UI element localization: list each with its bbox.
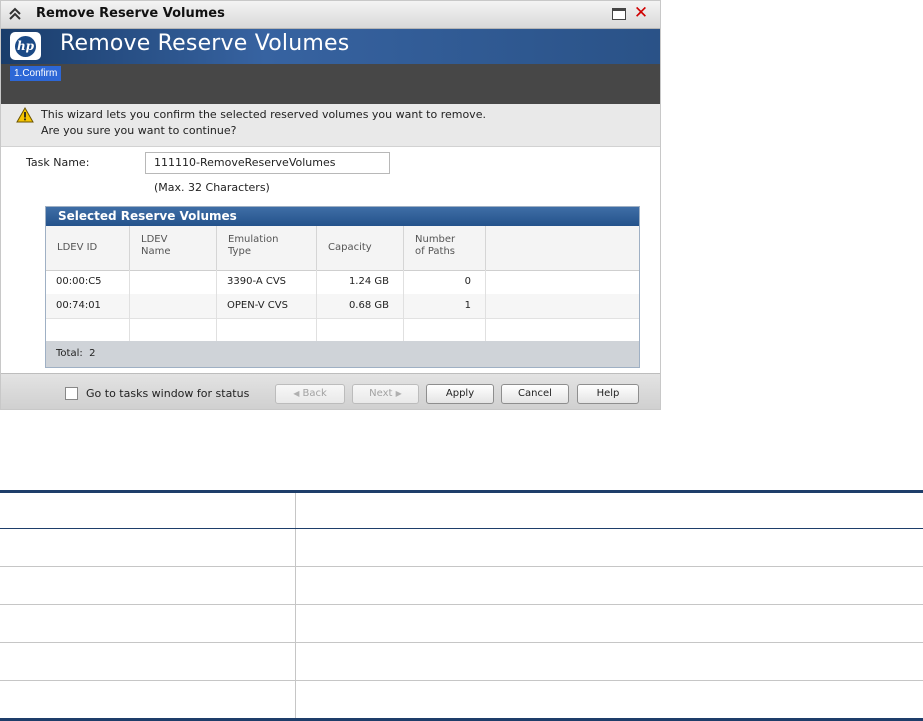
empty-table-row (46, 318, 639, 341)
empty-reference-table (0, 490, 923, 721)
cell-ldev-name (130, 270, 217, 294)
cell-ldev-id: 00:74:01 (46, 294, 130, 318)
help-button[interactable]: Help (577, 384, 639, 404)
table-row (0, 642, 923, 681)
cell-ldev-id: 00:00:C5 (46, 270, 130, 294)
back-arrow-icon: ◀ (293, 389, 300, 398)
message-line-2: Are you sure you want to continue? (41, 124, 237, 137)
message-line-1: This wizard lets you confirm the selecte… (41, 108, 486, 121)
warning-icon (16, 107, 34, 123)
cell-emulation-type: OPEN-V CVS (217, 294, 317, 318)
cell-number-of-paths: 0 (404, 270, 486, 294)
cell-ldev-name (130, 294, 217, 318)
panel-title: Selected Reserve Volumes (46, 207, 639, 226)
wizard-footer: Go to tasks window for status ◀ Back Nex… (1, 373, 660, 409)
table-row[interactable]: 00:00:C5 3390-A CVS 1.24 GB 0 (46, 270, 639, 295)
collapse-icon[interactable] (8, 6, 22, 22)
task-name-input[interactable]: 111110-RemoveReserveVolumes (145, 152, 390, 174)
next-arrow-icon: ▶ (395, 389, 402, 398)
table-row[interactable]: 00:74:01 OPEN-V CVS 0.68 GB 1 (46, 294, 639, 319)
total-count: Total: 2 (46, 341, 639, 367)
cell-number-of-paths: 1 (404, 294, 486, 318)
table-row (0, 680, 923, 721)
tasks-window-checkbox[interactable] (65, 387, 78, 400)
step-confirm: 1.Confirm (10, 66, 62, 81)
table-header-row (0, 490, 923, 529)
table-row (0, 604, 923, 643)
task-name-hint: (Max. 32 Characters) (154, 181, 270, 194)
selected-reserve-volumes-panel: Selected Reserve Volumes LDEV ID LDEV Nam… (45, 206, 640, 368)
banner: hp Remove Reserve Volumes (1, 29, 660, 64)
close-icon[interactable]: ✕ (632, 4, 650, 22)
table-header: LDEV ID LDEV Name Emulation Type Capacity … (46, 226, 639, 271)
title-bar: Remove Reserve Volumes ✕ (1, 1, 660, 29)
cell-capacity: 1.24 GB (317, 270, 404, 294)
window-title: Remove Reserve Volumes (36, 6, 225, 21)
column-emulation-type[interactable]: Emulation Type (217, 226, 317, 270)
table-row (0, 566, 923, 605)
column-number-of-paths[interactable]: Number of Paths (404, 226, 486, 270)
tasks-window-checkbox-label[interactable]: Go to tasks window for status (86, 387, 249, 400)
wizard-step-bar: 1.Confirm (1, 64, 660, 104)
task-name-label: Task Name: (26, 156, 90, 169)
remove-reserve-volumes-dialog: Remove Reserve Volumes ✕ hp Remove Reser… (0, 0, 661, 410)
maximize-icon[interactable] (612, 8, 626, 20)
cancel-button[interactable]: Cancel (501, 384, 569, 404)
column-ldev-id[interactable]: LDEV ID (46, 226, 130, 270)
column-ldev-name[interactable]: LDEV Name (130, 226, 217, 270)
cell-emulation-type: 3390-A CVS (217, 270, 317, 294)
next-button[interactable]: Next ▶ (352, 384, 419, 404)
apply-button[interactable]: Apply (426, 384, 494, 404)
back-button[interactable]: ◀ Back (275, 384, 345, 404)
banner-title: Remove Reserve Volumes (60, 31, 350, 56)
hp-logo: hp (10, 32, 41, 60)
table-row (0, 528, 923, 567)
column-capacity[interactable]: Capacity (317, 226, 404, 270)
cell-capacity: 0.68 GB (317, 294, 404, 318)
info-message: This wizard lets you confirm the selecte… (1, 104, 660, 147)
